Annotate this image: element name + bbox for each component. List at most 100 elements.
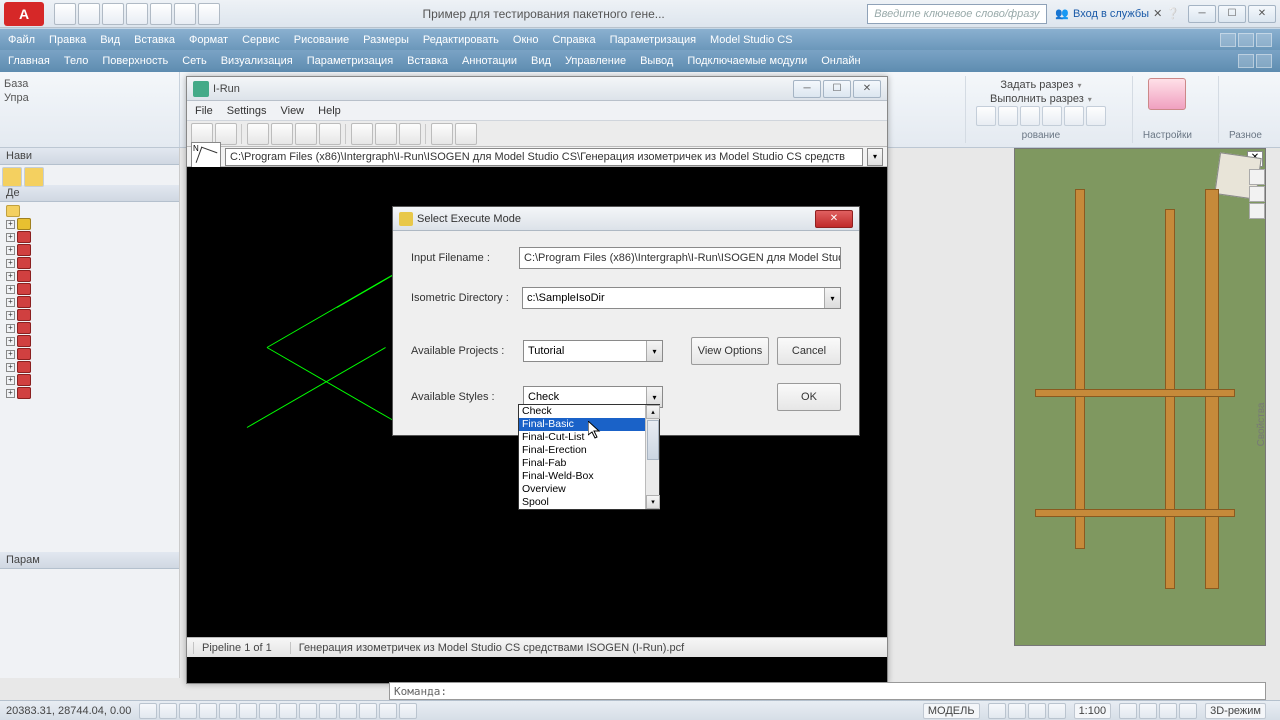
tree-item[interactable]: + <box>6 387 173 399</box>
section-tool-icon[interactable] <box>1064 106 1084 126</box>
tab-annot[interactable]: Аннотации <box>462 55 517 67</box>
status-icon[interactable] <box>319 703 337 719</box>
run-icon[interactable] <box>431 123 453 145</box>
menu-help[interactable]: Справка <box>552 34 595 46</box>
app-logo[interactable]: A <box>4 2 44 26</box>
tree-item[interactable]: + <box>6 335 173 347</box>
irun-path-input[interactable]: C:\Program Files (x86)\Intergraph\I-Run\… <box>225 148 863 166</box>
signin-link[interactable]: Вход в службы <box>1073 8 1149 20</box>
menu-insert[interactable]: Вставка <box>134 34 175 46</box>
minimize-button[interactable]: ─ <box>1188 5 1216 23</box>
status-icon[interactable] <box>1159 703 1177 719</box>
vp-tool-icon[interactable] <box>1249 169 1265 185</box>
status-icon[interactable] <box>988 703 1006 719</box>
menu-draw[interactable]: Рисование <box>294 34 349 46</box>
cancel-button[interactable]: Cancel <box>777 337 841 365</box>
menu-file[interactable]: Файл <box>8 34 35 46</box>
menu-dimensions[interactable]: Размеры <box>363 34 409 46</box>
iso-dir-combo[interactable]: c:\SampleIsoDir ▾ <box>522 287 841 309</box>
ok-button[interactable]: OK <box>777 383 841 411</box>
irun-menu-file[interactable]: File <box>195 105 213 117</box>
search-input[interactable]: Введите ключевое слово/фразу <box>867 4 1047 24</box>
tab-plugins[interactable]: Подключаемые модули <box>687 55 807 67</box>
status-scale[interactable]: 1:100 <box>1074 703 1112 719</box>
section-tool-icon[interactable] <box>998 106 1018 126</box>
status-icon[interactable] <box>1179 703 1197 719</box>
qat-print-icon[interactable] <box>150 3 172 25</box>
irun-close-button[interactable]: ✕ <box>853 80 881 98</box>
dropdown-item-selected[interactable]: Final-Basic <box>519 418 659 431</box>
edit-icon[interactable] <box>455 123 477 145</box>
tab-home[interactable]: Главная <box>8 55 50 67</box>
dropdown-item[interactable]: Final-Erection <box>519 444 659 457</box>
status-3d-mode[interactable]: 3D-режим <box>1205 703 1266 719</box>
panel-base[interactable]: База <box>4 78 175 90</box>
tree-item[interactable]: + <box>6 309 173 321</box>
qat-saveas-icon[interactable] <box>126 3 148 25</box>
properties-label[interactable]: Свойства <box>1256 403 1267 447</box>
status-icon[interactable] <box>219 703 237 719</box>
panel-upra[interactable]: Упра <box>4 92 175 104</box>
mdi-close[interactable] <box>1256 33 1272 47</box>
tree-item[interactable]: + <box>6 283 173 295</box>
command-line[interactable]: Команда: <box>389 682 1266 700</box>
dropdown-item[interactable]: Final-Cut-List <box>519 431 659 444</box>
status-icon[interactable] <box>1048 703 1066 719</box>
irun-menu-settings[interactable]: Settings <box>227 105 267 117</box>
qat-undo-icon[interactable] <box>174 3 196 25</box>
dropdown-scrollbar[interactable]: ▴ ▾ <box>645 405 659 509</box>
tree-item[interactable]: + <box>6 361 173 373</box>
section-tool-icon[interactable] <box>1086 106 1106 126</box>
dropdown-item[interactable]: Final-Weld-Box <box>519 470 659 483</box>
menu-model-studio[interactable]: Model Studio CS <box>710 34 793 46</box>
menu-window[interactable]: Окно <box>513 34 539 46</box>
folder-icon[interactable] <box>24 167 44 187</box>
section-tool-icon[interactable] <box>976 106 996 126</box>
zoom-in-icon[interactable] <box>351 123 373 145</box>
qat-redo-icon[interactable] <box>198 3 220 25</box>
irun-minimize-button[interactable]: ─ <box>793 80 821 98</box>
irun-titlebar[interactable]: I-Run ─ ☐ ✕ <box>187 77 887 101</box>
status-icon[interactable] <box>259 703 277 719</box>
tree-item[interactable] <box>6 205 173 217</box>
status-icon[interactable] <box>139 703 157 719</box>
zoom-fit-icon[interactable] <box>375 123 397 145</box>
tree-item[interactable]: + <box>6 244 173 256</box>
menu-edit[interactable]: Правка <box>49 34 86 46</box>
status-icon[interactable] <box>399 703 417 719</box>
paste-icon[interactable] <box>271 123 293 145</box>
ribbon-expand-icon[interactable] <box>1238 54 1254 68</box>
chevron-down-icon[interactable]: ▾ <box>824 288 840 308</box>
dropdown-item[interactable]: Check <box>519 405 659 418</box>
section-tool-icon[interactable] <box>1020 106 1040 126</box>
tab-output[interactable]: Вывод <box>640 55 673 67</box>
qat-open-icon[interactable] <box>78 3 100 25</box>
status-icon[interactable] <box>179 703 197 719</box>
doc-icon[interactable] <box>319 123 341 145</box>
menu-modify[interactable]: Редактировать <box>423 34 499 46</box>
status-icon[interactable] <box>379 703 397 719</box>
status-icon[interactable] <box>1028 703 1046 719</box>
scroll-thumb[interactable] <box>647 420 659 460</box>
status-icon[interactable] <box>239 703 257 719</box>
dialog-close-button[interactable]: ✕ <box>815 210 853 228</box>
zoom-out-icon[interactable] <box>399 123 421 145</box>
status-icon[interactable] <box>339 703 357 719</box>
panel-navi[interactable]: Нави <box>0 148 179 165</box>
chevron-down-icon[interactable]: ▾ <box>646 341 662 361</box>
status-icon[interactable] <box>1119 703 1137 719</box>
dialog-titlebar[interactable]: Select Execute Mode ✕ <box>393 207 859 231</box>
status-icon[interactable] <box>199 703 217 719</box>
path-dropdown-icon[interactable]: ▾ <box>867 148 883 166</box>
status-icon[interactable] <box>299 703 317 719</box>
ribbon-help-icon[interactable] <box>1256 54 1272 68</box>
do-section-dropdown[interactable]: Выполнить разрез <box>990 93 1092 105</box>
qat-new-icon[interactable] <box>54 3 76 25</box>
panel-param[interactable]: Парам <box>0 552 179 569</box>
dropdown-item[interactable]: Overview <box>519 483 659 496</box>
tab-mesh[interactable]: Сеть <box>182 55 206 67</box>
tree-item[interactable]: + <box>6 218 173 230</box>
projects-combo[interactable]: Tutorial ▾ <box>523 340 663 362</box>
menu-parametrization[interactable]: Параметризация <box>610 34 696 46</box>
input-filename-field[interactable]: C:\Program Files (x86)\Intergraph\I-Run\… <box>519 247 841 269</box>
